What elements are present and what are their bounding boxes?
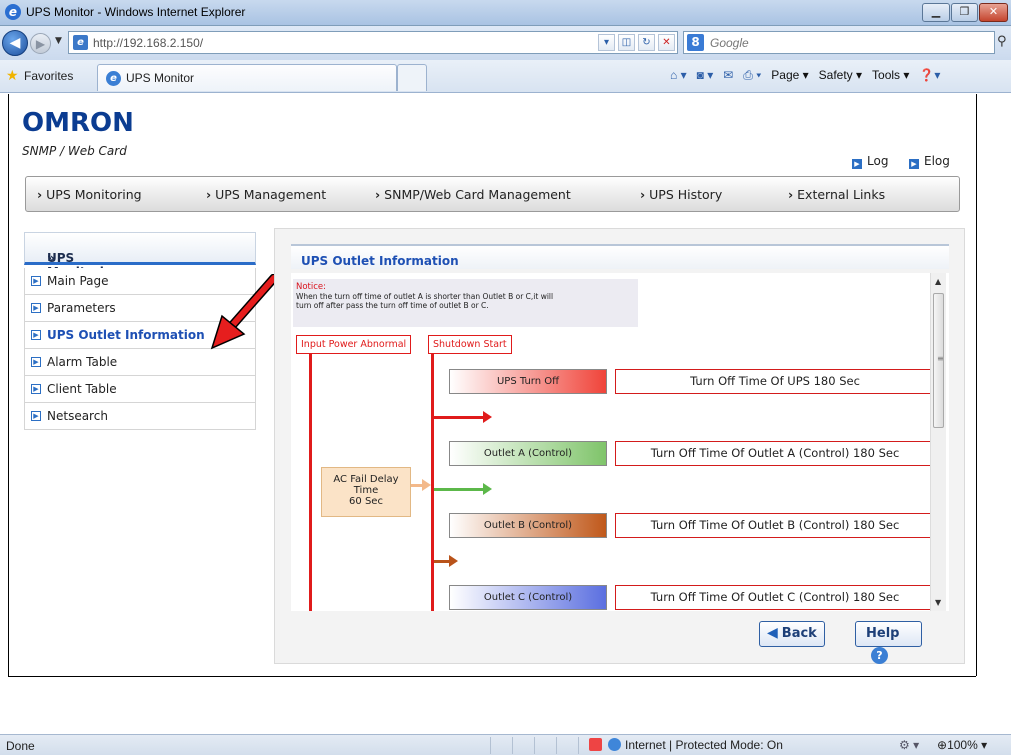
minimize-button[interactable]: ▁ <box>922 3 950 22</box>
search-input[interactable]: 8 Google <box>683 31 995 54</box>
ups-turn-off-desc: Turn Off Time Of UPS 180 Sec <box>615 369 935 394</box>
log-link[interactable]: ▶ Log <box>852 154 888 169</box>
sidebar-item-client-table[interactable]: ▶ Client Table <box>24 376 256 403</box>
ie-icon: e <box>5 4 21 20</box>
page-menu[interactable]: Page ▾ <box>771 68 808 83</box>
shutdown-timeline-line <box>431 354 434 611</box>
nav-ups-management[interactable]: › UPS Management <box>206 187 326 202</box>
print-icon[interactable]: ⎙ ▾ <box>743 68 761 83</box>
nav-snmp-web-card-management[interactable]: › SNMP/Web Card Management <box>375 187 571 202</box>
scroll-up-icon[interactable]: ▲ <box>935 277 941 286</box>
status-bar: Done Internet | Protected Mode: On ⚙ ▾ ⊕… <box>0 734 1011 755</box>
url-field[interactable]: e http://192.168.2.150/ ▾ ◫ ↻ ✕ <box>68 31 678 54</box>
outlet-b-arrow <box>434 555 458 567</box>
ups-turn-off-stage: UPS Turn Off <box>449 369 607 394</box>
help-icon[interactable]: ❓▾ <box>919 68 940 83</box>
tab-ie-icon: e <box>106 71 121 86</box>
diagram-scrollbar[interactable]: ▲ ≡ ▼ <box>930 273 946 611</box>
input-timeline-line <box>309 354 312 611</box>
url-text[interactable]: http://192.168.2.150/ <box>93 36 203 50</box>
notice-line: When the turn off time of outlet A is sh… <box>296 292 554 301</box>
command-bar: ⌂ ▾ ◙ ▾ ✉ ⎙ ▾ Page ▾ Safety ▾ Tools ▾ ❓▾ <box>670 68 940 83</box>
back-arrow-icon: ◀ <box>767 625 778 641</box>
status-text: Done <box>6 739 35 753</box>
outlet-c-stage: Outlet C (Control) <box>449 585 607 610</box>
back-arrow-icon[interactable]: ◀ <box>2 30 28 56</box>
outlet-a-arrow <box>434 483 492 495</box>
scroll-down-icon[interactable]: ▼ <box>935 598 941 607</box>
ac-fail-delay-box: AC Fail Delay Time 60 Sec <box>321 467 411 517</box>
panel-header: UPS Outlet Information <box>291 244 949 269</box>
close-button[interactable]: ✕ <box>979 3 1008 22</box>
window-title-bar: e UPS Monitor - Windows Internet Explore… <box>0 0 1011 26</box>
history-dropdown-icon[interactable]: ▼ <box>55 36 62 46</box>
notice-line: turn off after pass the turn off time of… <box>296 301 489 310</box>
content-panel: UPS Outlet Information Notice: When the … <box>274 228 965 664</box>
main-nav: › UPS Monitoring › UPS Management › SNMP/We… <box>25 176 960 212</box>
sidebar-header: » UPS Monitoring <box>24 232 256 279</box>
blocked-icon <box>589 738 602 751</box>
settings-icon[interactable]: ⚙ ▾ <box>899 738 919 752</box>
shutdown-start-label: Shutdown Start <box>428 335 512 354</box>
question-icon: ? <box>871 647 888 664</box>
notice-heading: Notice: <box>296 282 327 292</box>
nav-ups-history[interactable]: › UPS History <box>640 187 722 202</box>
tab-ups-monitor[interactable]: e UPS Monitor <box>97 64 397 91</box>
favorites-button[interactable]: Favorites <box>24 69 73 83</box>
new-tab-button[interactable] <box>397 64 427 91</box>
arrow-box-icon: ▶ <box>31 276 41 286</box>
elog-link[interactable]: ▶ Elog <box>909 154 950 169</box>
back-button[interactable]: ◀ Back <box>759 621 825 647</box>
outlet-diagram: Notice: When the turn off time of outlet… <box>291 273 949 611</box>
arrow-box-icon: ▶ <box>31 303 41 313</box>
delay-arrow <box>411 479 431 491</box>
tab-title: UPS Monitor <box>126 71 195 85</box>
search-icon[interactable]: ⚲ <box>997 34 1007 49</box>
compatibility-icon[interactable]: ◫ <box>618 34 635 51</box>
mail-icon[interactable]: ✉ <box>723 68 733 83</box>
scroll-thumb[interactable]: ≡ <box>933 293 944 428</box>
input-power-abnormal-label: Input Power Abnormal <box>296 335 412 354</box>
refresh-icon[interactable]: ↻ <box>638 34 655 51</box>
arrow-box-icon: ▶ <box>31 384 41 394</box>
home-icon[interactable]: ⌂ ▾ <box>670 68 687 83</box>
arrow-box-icon: ▶ <box>31 330 41 340</box>
security-zone[interactable]: Internet | Protected Mode: On <box>589 738 783 752</box>
notice-box: Notice: When the turn off time of outlet… <box>293 279 638 327</box>
window-title: UPS Monitor - Windows Internet Explorer <box>26 5 246 19</box>
outlet-c-desc: Turn Off Time Of Outlet C (Control) 180 … <box>615 585 935 610</box>
omron-logo: OMRON <box>22 108 134 138</box>
search-placeholder: Google <box>710 36 749 50</box>
address-bar: ◀ ▶ ▼ e http://192.168.2.150/ ▾ ◫ ↻ ✕ 8 … <box>0 26 1011 60</box>
outlet-a-desc: Turn Off Time Of Outlet A (Control) 180 … <box>615 441 935 466</box>
feeds-icon[interactable]: ◙ ▾ <box>697 68 714 83</box>
help-button[interactable]: Help? <box>855 621 922 664</box>
nav-external-links[interactable]: › External Links <box>788 187 885 202</box>
favorites-star-icon[interactable]: ★ <box>6 68 19 84</box>
maximize-button[interactable]: ❐ <box>951 3 978 22</box>
stop-icon[interactable]: ✕ <box>658 34 675 51</box>
product-subtitle: SNMP / Web Card <box>22 144 127 158</box>
arrow-box-icon: ▶ <box>852 159 862 169</box>
arrow-box-icon: ▶ <box>31 411 41 421</box>
page-icon: e <box>73 35 88 50</box>
page-viewport: OMRON SNMP / Web Card ▶ Log ▶ Elog › UPS Mo… <box>0 94 1011 734</box>
arrow-box-icon: ▶ <box>909 159 919 169</box>
url-dropdown-icon[interactable]: ▾ <box>598 34 615 51</box>
zoom-level[interactable]: ⊕100% ▾ <box>937 738 987 752</box>
outlet-b-stage: Outlet B (Control) <box>449 513 607 538</box>
tools-menu[interactable]: Tools ▾ <box>872 68 909 83</box>
safety-menu[interactable]: Safety ▾ <box>819 68 862 83</box>
globe-icon <box>608 738 621 751</box>
panel-title: UPS Outlet Information <box>301 254 459 268</box>
favorites-bar: ★ Favorites e UPS Monitor ⌂ ▾ ◙ ▾ ✉ ⎙ ▾ … <box>0 60 1011 93</box>
sidebar-item-netsearch[interactable]: ▶ Netsearch <box>24 403 256 430</box>
arrow-box-icon: ▶ <box>31 357 41 367</box>
nav-ups-monitoring[interactable]: › UPS Monitoring <box>37 187 142 202</box>
ups-turn-off-arrow <box>434 411 492 423</box>
forward-arrow-icon[interactable]: ▶ <box>30 33 51 54</box>
outlet-a-stage: Outlet A (Control) <box>449 441 607 466</box>
google-icon: 8 <box>687 34 704 51</box>
outlet-b-desc: Turn Off Time Of Outlet B (Control) 180 … <box>615 513 935 538</box>
